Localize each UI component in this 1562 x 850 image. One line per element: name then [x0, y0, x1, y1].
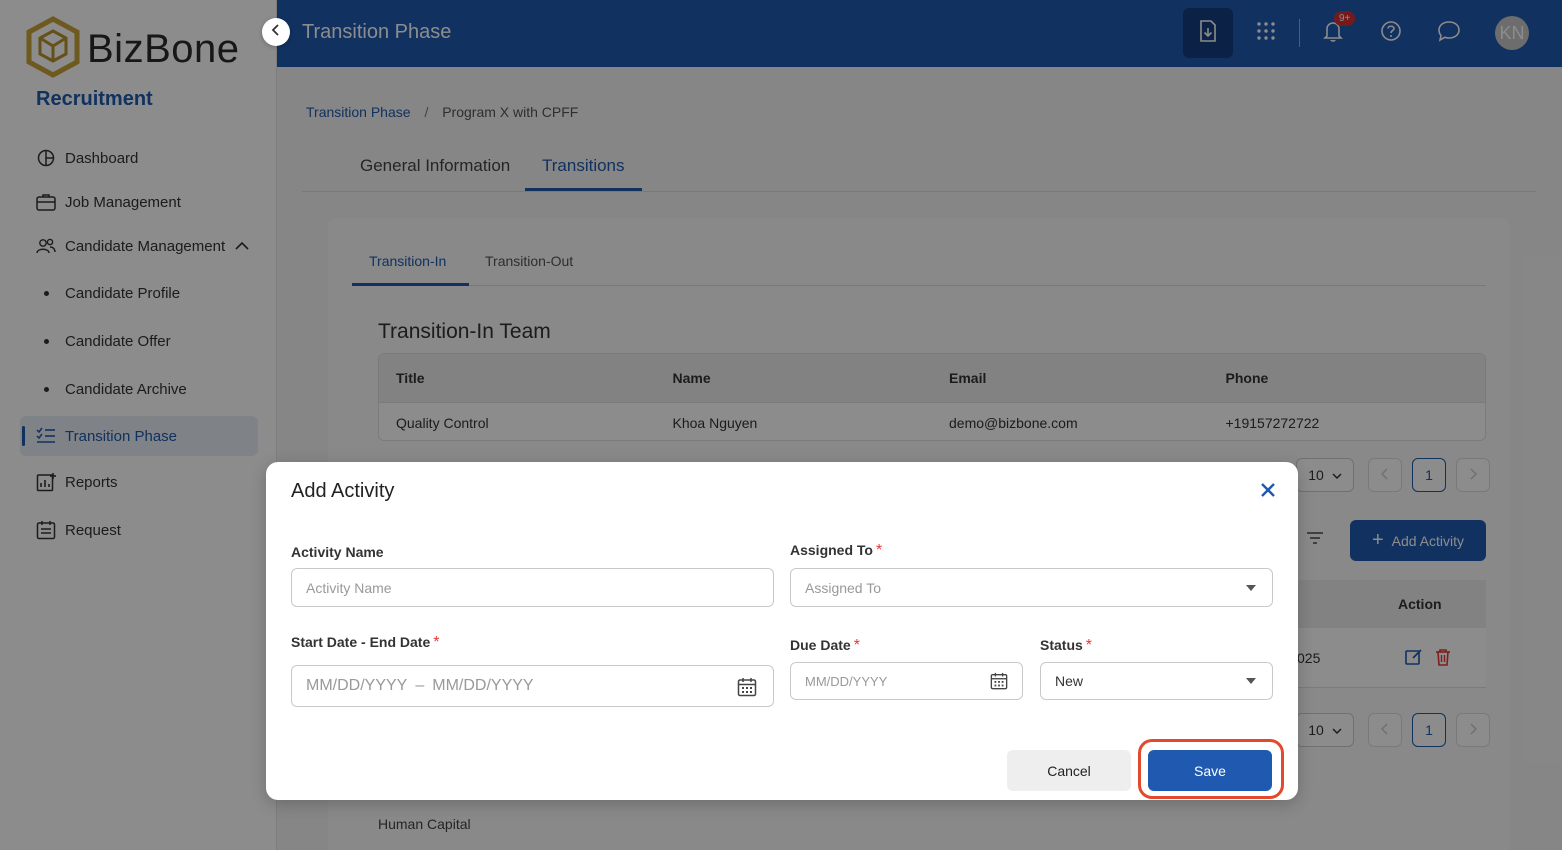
range-dash: –: [415, 677, 425, 694]
required-marker: *: [853, 637, 860, 654]
label-text: Activity Name: [291, 544, 384, 560]
status-value: New: [1055, 673, 1084, 689]
save-button[interactable]: Save: [1148, 750, 1272, 791]
close-icon: [1260, 482, 1276, 503]
calendar-icon[interactable]: [990, 672, 1008, 693]
required-marker: *: [875, 542, 883, 559]
label-text: Assigned To: [790, 542, 873, 558]
placeholder-text: MM/DD/YYYY: [805, 673, 888, 689]
end-date-placeholder: MM/DD/YYYY: [432, 677, 534, 694]
label-text: Status: [1040, 637, 1083, 653]
dropdown-caret-icon: [1246, 678, 1256, 684]
required-marker: *: [433, 634, 440, 651]
start-date-placeholder: MM/DD/YYYY: [306, 677, 408, 694]
status-label: Status *: [1040, 637, 1092, 655]
assigned-to-select[interactable]: Assigned To: [790, 568, 1273, 607]
date-range-text: MM/DD/YYYY – MM/DD/YYYY: [306, 677, 534, 695]
placeholder-text: Activity Name: [306, 579, 392, 596]
label-text: Due Date: [790, 637, 851, 653]
label-text: Start Date - End Date: [291, 634, 431, 650]
due-date-label: Due Date *: [790, 637, 860, 655]
date-range-label: Start Date - End Date *: [291, 634, 439, 652]
activity-name-label: Activity Name: [291, 544, 384, 560]
date-range-picker[interactable]: MM/DD/YYYY – MM/DD/YYYY: [291, 665, 774, 707]
chevron-left-icon: [271, 23, 281, 41]
assigned-to-label: Assigned To *: [790, 542, 882, 560]
placeholder-text: Assigned To: [805, 579, 882, 596]
sidebar-collapse-button[interactable]: [262, 18, 290, 46]
activity-name-input[interactable]: Activity Name: [291, 568, 774, 607]
dropdown-caret-icon: [1246, 585, 1256, 591]
cancel-button[interactable]: Cancel: [1007, 750, 1131, 791]
add-activity-modal: Add Activity Activity Name Activity Name…: [266, 462, 1298, 800]
calendar-icon[interactable]: [737, 677, 757, 700]
due-date-input[interactable]: MM/DD/YYYY: [790, 662, 1023, 700]
close-button[interactable]: [1256, 480, 1280, 504]
modal-title: Add Activity: [291, 480, 395, 502]
status-select[interactable]: New: [1040, 662, 1273, 700]
required-marker: *: [1085, 637, 1093, 654]
